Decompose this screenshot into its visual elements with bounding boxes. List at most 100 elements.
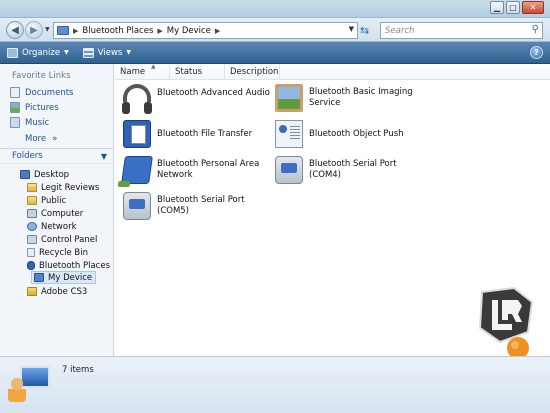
device-item[interactable]: Bluetooth Basic Imaging Service bbox=[275, 84, 425, 112]
device-item[interactable]: Bluetooth Object Push bbox=[275, 120, 425, 148]
search-icon[interactable]: ⚲ bbox=[532, 24, 539, 35]
tree-label: Bluetooth Places bbox=[39, 260, 110, 271]
control-panel-icon bbox=[27, 235, 37, 244]
views-icon bbox=[82, 47, 94, 58]
chevron-down-icon: ▼ bbox=[64, 49, 69, 56]
breadcrumb-separator-icon[interactable]: ▶ bbox=[157, 27, 162, 35]
title-bar: ▁ □ ✕ bbox=[0, 0, 550, 18]
chevron-down-icon: ▼ bbox=[126, 49, 131, 56]
views-label: Views bbox=[97, 47, 123, 58]
breadcrumb-separator-icon[interactable]: ▶ bbox=[73, 27, 78, 35]
column-label: Name bbox=[120, 67, 146, 77]
headphones-icon bbox=[122, 84, 152, 114]
back-arrow-icon: ◀ bbox=[11, 24, 19, 36]
device-label: Bluetooth File Transfer bbox=[157, 128, 253, 139]
item-count: 7 items bbox=[62, 365, 94, 375]
breadcrumb-bluetooth-places[interactable]: Bluetooth Places bbox=[82, 26, 153, 36]
navigation-pane: Favorite Links Documents Pictures Music … bbox=[0, 64, 114, 356]
device-label: Bluetooth Object Push bbox=[309, 128, 404, 139]
back-button[interactable]: ◀ bbox=[6, 21, 24, 39]
device-label: Bluetooth Serial Port (COM5) bbox=[157, 195, 245, 216]
command-bar: Organize ▼ Views ▼ ? bbox=[0, 42, 550, 64]
tree-item-desktop[interactable]: Desktop bbox=[20, 168, 69, 181]
organize-label: Organize bbox=[22, 47, 61, 58]
tree-label: Recycle Bin bbox=[39, 247, 89, 258]
tree-label: Public bbox=[41, 195, 67, 206]
imaging-icon bbox=[275, 84, 303, 112]
location-icon bbox=[57, 26, 69, 35]
device-label: Bluetooth Advanced Audio bbox=[157, 87, 270, 98]
tree-label: Desktop bbox=[34, 169, 70, 180]
device-item[interactable]: Bluetooth Advanced Audio bbox=[122, 84, 273, 114]
folder-icon bbox=[27, 183, 37, 192]
column-header-status[interactable]: Status bbox=[170, 64, 225, 80]
search-placeholder: Search bbox=[385, 25, 415, 36]
views-button[interactable]: Views ▼ bbox=[76, 42, 138, 64]
more-links[interactable]: More » bbox=[25, 134, 57, 144]
favorite-pictures[interactable]: Pictures bbox=[10, 102, 59, 113]
forward-arrow-icon: ▶ bbox=[30, 24, 38, 36]
favorite-links-header: Favorite Links bbox=[12, 71, 71, 81]
device-label: Bluetooth Basic Imaging Service bbox=[309, 87, 413, 108]
details-pane: 7 items bbox=[0, 356, 550, 413]
object-push-icon bbox=[275, 120, 303, 148]
help-icon[interactable]: ? bbox=[530, 46, 543, 59]
close-button[interactable]: ✕ bbox=[522, 1, 544, 14]
more-label: More bbox=[25, 134, 47, 144]
device-item[interactable]: Bluetooth Personal Area Network bbox=[121, 156, 273, 184]
favorite-music[interactable]: Music bbox=[10, 117, 49, 128]
tree-item-computer[interactable]: Computer bbox=[27, 207, 83, 220]
minimize-button[interactable]: ▁ bbox=[490, 1, 504, 14]
sort-arrow-icon: ▲ bbox=[151, 63, 156, 70]
recycle-bin-icon bbox=[27, 248, 35, 257]
device-item[interactable]: Bluetooth File Transfer bbox=[123, 120, 273, 148]
documents-icon bbox=[10, 87, 20, 98]
tree-label: Legit Reviews bbox=[41, 182, 100, 193]
forward-button[interactable]: ▶ bbox=[25, 21, 43, 39]
column-header-description[interactable]: Description bbox=[225, 64, 280, 80]
recent-pages-dropdown[interactable]: ▼ bbox=[45, 26, 50, 33]
device-label: Bluetooth Personal Area Network bbox=[157, 159, 260, 180]
network-access-icon bbox=[121, 156, 153, 184]
chevron-down-icon[interactable]: ▼ bbox=[101, 152, 107, 161]
music-icon bbox=[10, 117, 20, 128]
bluetooth-icon bbox=[27, 261, 35, 270]
tree-label: My Device bbox=[48, 272, 93, 283]
serial-port-icon bbox=[123, 192, 151, 220]
search-input[interactable]: Search ⚲ bbox=[380, 22, 543, 39]
column-header-name[interactable]: Name ▲ bbox=[115, 63, 170, 80]
maximize-button[interactable]: □ bbox=[506, 1, 520, 14]
computer-icon bbox=[27, 209, 37, 218]
tree-item-control-panel[interactable]: Control Panel bbox=[27, 233, 97, 246]
device-label: Bluetooth Serial Port (COM4) bbox=[309, 159, 397, 180]
favorite-documents[interactable]: Documents bbox=[10, 87, 73, 98]
tree-item-legit-reviews[interactable]: Legit Reviews bbox=[27, 181, 99, 194]
tree-item-public[interactable]: Public bbox=[27, 194, 66, 207]
tree-item-recycle-bin[interactable]: Recycle Bin bbox=[27, 246, 88, 259]
computer-user-icon bbox=[6, 362, 52, 406]
serial-port-icon bbox=[275, 156, 303, 184]
organize-button[interactable]: Organize ▼ bbox=[0, 42, 76, 64]
breadcrumb-separator-icon[interactable]: ▶ bbox=[215, 27, 220, 35]
breadcrumb-my-device[interactable]: My Device bbox=[167, 26, 211, 36]
tree-item-my-device[interactable]: My Device bbox=[31, 271, 97, 284]
refresh-icon[interactable]: ⇆ bbox=[360, 24, 369, 37]
device-item[interactable]: Bluetooth Serial Port (COM5) bbox=[123, 192, 273, 220]
folder-icon bbox=[27, 196, 37, 205]
tree-item-adobe-cs3[interactable]: Adobe CS3 bbox=[27, 285, 87, 298]
window-controls: ▁ □ ✕ bbox=[490, 1, 544, 14]
tree-label: Adobe CS3 bbox=[41, 286, 88, 297]
address-bar[interactable]: ▶ Bluetooth Places ▶ My Device ▶ ▼ bbox=[53, 22, 358, 39]
legit-reviews-logo bbox=[478, 286, 534, 359]
favorite-label: Pictures bbox=[25, 102, 59, 113]
folders-header[interactable]: Folders ▼ bbox=[0, 148, 113, 164]
folders-label: Folders bbox=[12, 151, 43, 161]
address-dropdown-icon[interactable]: ▼ bbox=[349, 25, 354, 33]
file-transfer-icon bbox=[123, 120, 151, 148]
device-item[interactable]: Bluetooth Serial Port (COM4) bbox=[275, 156, 425, 184]
column-headers: Name ▲ Status Description bbox=[115, 63, 550, 80]
folder-icon bbox=[27, 287, 37, 296]
device-icon bbox=[34, 273, 44, 282]
tree-item-network[interactable]: Network bbox=[27, 220, 77, 233]
column-label: Description bbox=[230, 67, 279, 77]
